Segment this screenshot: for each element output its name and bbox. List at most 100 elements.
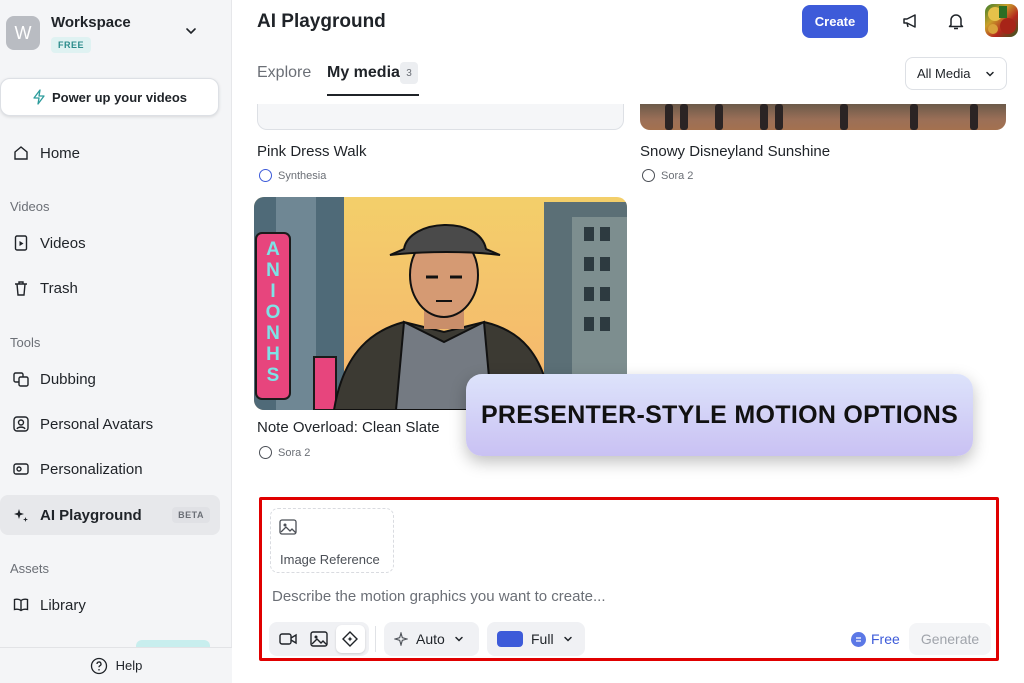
power-up-button[interactable]: Power up your videos (0, 78, 219, 116)
neon-sign-letter: S (266, 365, 280, 386)
sidebar-item-label: AI Playground (40, 506, 142, 524)
neon-sign-letter: O (265, 302, 281, 323)
media-filter-dropdown[interactable]: All Media (905, 57, 1007, 90)
neon-sign-letter: N (266, 323, 280, 344)
media-title[interactable]: Note Overload: Clean Slate (257, 419, 440, 436)
sidebar-item-label: Videos (40, 234, 86, 252)
beta-badge: BETA (172, 507, 210, 523)
media-thumbnail-pink-dress-walk[interactable] (257, 104, 624, 130)
trash-icon (15, 281, 27, 296)
chevron-down-icon[interactable] (184, 24, 198, 38)
media-thumbnail-snowy-disneyland[interactable] (640, 104, 1006, 130)
sidebar-item-personalization[interactable]: Personalization (0, 449, 220, 489)
media-count-badge: 3 (400, 62, 418, 84)
thumbnail-detail (840, 104, 848, 130)
home-icon (14, 146, 28, 160)
book-icon (13, 598, 29, 612)
avatar-icon (13, 416, 29, 432)
sora-icon (259, 446, 272, 459)
sidebar-item-home[interactable]: Home (0, 133, 220, 173)
personalization-icon (13, 463, 29, 475)
neon-sign-letter: N (266, 260, 280, 281)
workspace-avatar: W (6, 16, 40, 50)
bell-icon (948, 14, 964, 30)
credit-cost: Free (851, 631, 900, 647)
power-up-label: Power up your videos (51, 89, 188, 105)
generation-type-toggle (269, 622, 369, 656)
active-tab-indicator (327, 94, 419, 96)
media-source-label: Synthesia (278, 169, 327, 182)
sidebar-item-personal-avatars[interactable]: Personal Avatars (0, 404, 220, 444)
credit-label: Free (871, 631, 900, 647)
user-photo (988, 6, 1016, 34)
size-dropdown[interactable]: Full (487, 622, 585, 656)
thumbnail-detail (760, 104, 768, 130)
create-button[interactable]: Create (802, 5, 868, 38)
media-title[interactable]: Snowy Disneyland Sunshine (640, 143, 830, 160)
media-source-label: Sora 2 (278, 446, 311, 459)
sidebar-item-label: Personal Avatars (40, 415, 154, 433)
thumbnail-detail (775, 104, 783, 130)
sidebar-item-label: Personalization (40, 460, 143, 478)
prompt-composer: Image Reference Auto Full Free Generate (259, 497, 999, 661)
image-reference-label: Image Reference (280, 552, 380, 567)
chevron-down-icon (563, 636, 572, 642)
neon-sign-letter: A (266, 239, 280, 260)
sidebar-item-label: Library (40, 596, 86, 614)
section-label-tools: Tools (10, 335, 41, 350)
image-icon (279, 519, 297, 535)
style-value: Auto (416, 631, 445, 647)
media-source-label: Sora 2 (661, 169, 694, 182)
neon-sign: A N I O N H S (261, 239, 285, 386)
section-label-videos: Videos (10, 199, 50, 214)
workspace-switcher[interactable]: W Workspace FREE (6, 14, 228, 60)
filter-selected-value: All Media (917, 66, 971, 81)
megaphone-icon (903, 14, 916, 28)
motion-graphics-icon (342, 631, 359, 647)
sidebar-item-label: Trash (40, 279, 78, 297)
video-camera-icon (278, 633, 297, 645)
generate-button[interactable]: Generate (909, 623, 991, 655)
media-source: Sora 2 (642, 169, 693, 182)
video-file-icon (14, 235, 28, 251)
overlay-banner: PRESENTER-STYLE MOTION OPTIONS (466, 374, 973, 456)
neon-sign-letter: H (266, 344, 280, 365)
page-title: AI Playground (257, 11, 386, 32)
style-dropdown[interactable]: Auto (384, 622, 479, 656)
sidebar-item-trash[interactable]: Trash (0, 268, 220, 308)
motion-graphics-mode-button[interactable] (335, 625, 365, 653)
thumbnail-detail (910, 104, 918, 130)
announcements-button[interactable] (900, 10, 922, 32)
sora-icon (642, 169, 655, 182)
sidebar-item-videos[interactable]: Videos (0, 223, 220, 263)
toolbar-divider (375, 626, 376, 652)
sparkle-icon (394, 632, 408, 646)
help-button[interactable]: Help (0, 647, 232, 683)
user-avatar[interactable] (985, 4, 1018, 37)
sidebar-item-ai-playground[interactable]: AI Playground BETA (0, 495, 220, 535)
sparkles-icon (14, 509, 28, 522)
neon-sign-letter: I (270, 281, 276, 302)
sidebar-item-library[interactable]: Library (0, 585, 220, 625)
tab-explore[interactable]: Explore (257, 64, 311, 82)
prompt-input[interactable] (272, 588, 972, 605)
media-source: Synthesia (259, 169, 326, 182)
thumbnail-detail (665, 104, 673, 130)
size-value: Full (531, 631, 554, 647)
media-title[interactable]: Pink Dress Walk (257, 143, 366, 160)
image-reference-upload[interactable]: Image Reference (270, 508, 394, 573)
credit-icon (851, 631, 866, 647)
image-mode-button[interactable] (304, 625, 333, 653)
sidebar: W Workspace FREE Power up your videos Ho… (0, 0, 232, 683)
thumbnail-detail (715, 104, 723, 130)
chevron-down-icon (986, 71, 995, 77)
tab-my-media[interactable]: My media (327, 64, 400, 82)
sidebar-item-dubbing[interactable]: Dubbing (0, 359, 220, 399)
video-mode-button[interactable] (273, 625, 302, 653)
chevron-down-icon (455, 636, 463, 642)
image-icon (310, 631, 328, 647)
sidebar-item-label: Dubbing (40, 370, 96, 388)
size-swatch-icon (497, 631, 523, 647)
workspace-name: Workspace (51, 14, 131, 31)
notifications-button[interactable] (945, 10, 967, 32)
